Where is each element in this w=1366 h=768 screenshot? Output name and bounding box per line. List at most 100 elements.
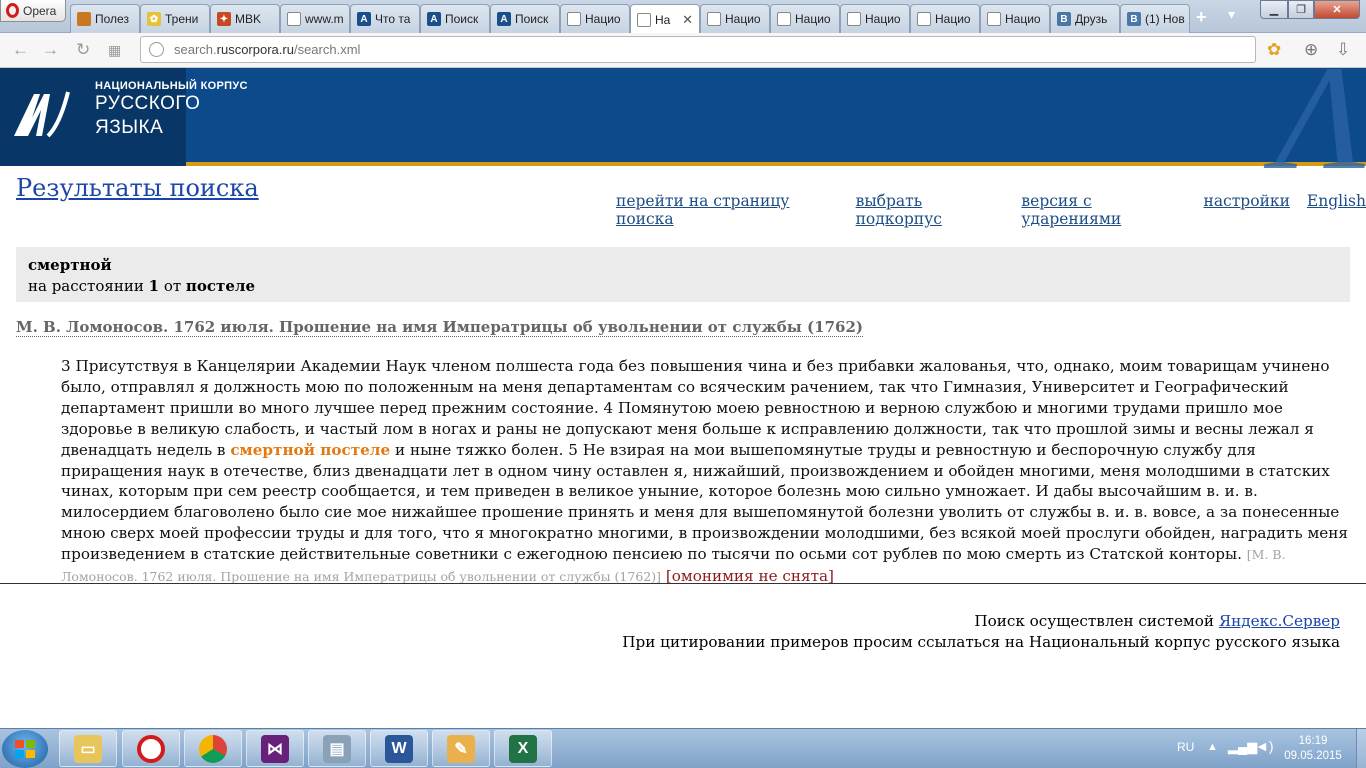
yandex-server-link[interactable]: Яндекс.Сервер [1219,612,1340,630]
browser-tab[interactable]: A Поиск [420,4,490,33]
windows-taskbar: ▭ ⋈ ▤ W ✎ X RU ▲ ▂▄▆ ◄) 16:19 09.05.2015 [0,728,1366,768]
word-icon: W [385,734,413,763]
opera-icon [137,734,165,763]
taskbar-opera-button[interactable] [122,730,180,767]
opera-menu-button[interactable]: Opera [0,0,66,22]
result-snippet: 3 Присутствуя в Канцелярии Академии Наук… [61,356,1351,588]
network-signal-icon[interactable]: ▂▄▆ [1228,739,1257,755]
taskbar-chrome-button[interactable] [184,730,242,767]
excel-icon: X [509,734,537,763]
tab-strip: Полез ✿ Трени ✦ MBK www.m A Что та A Поиск A Поиск Н… [70,4,1190,34]
snippet-hit: смертной постеле [230,440,391,459]
back-arrow-icon[interactable]: ← [12,40,29,60]
taskbar-explorer-button[interactable]: ▭ [59,730,117,767]
language-indicator[interactable]: RU [1177,740,1194,754]
taskbar-visual-studio-button[interactable]: ⋈ [246,730,304,767]
reload-icon[interactable]: ↻ [76,40,90,60]
tab-favicon-icon [567,12,581,26]
top-links: перейти на страницу поиска выбрать подко… [616,192,1366,228]
footer-citation-note: При цитировании примеров просим ссылатьс… [622,633,1340,651]
clock-time: 16:19 [1298,735,1328,747]
browser-tab[interactable]: www.m [280,4,350,33]
ruscorpora-logo-icon[interactable] [10,84,72,146]
tab-favicon-icon: B [1057,12,1071,26]
volume-icon[interactable]: ◄) [1255,738,1274,754]
tab-favicon-icon: B [1127,12,1141,26]
tab-title: Полез [95,12,129,26]
site-header: НАЦИОНАЛЬНЫЙ КОРПУС РУССКОГО ЯЗЫКА Λ [0,43,1366,193]
browser-tab[interactable]: Нацио [770,4,840,33]
browser-tab[interactable]: B (1) Нов [1120,4,1190,33]
window-minimize-button[interactable]: ▁ [1260,0,1288,19]
window-maximize-button[interactable]: ❐ [1288,0,1314,19]
browser-tab[interactable]: Нацио [560,4,630,33]
new-tab-plus-icon[interactable]: + [1196,7,1207,28]
navigation-bar: ← → ↻ ▦ search. ruscorpora.ru/search.xml … [0,33,1366,68]
link-settings[interactable]: настройки [1203,192,1289,228]
tab-favicon-icon [847,12,861,26]
tab-favicon-icon: A [497,12,511,26]
taskbar-clock[interactable]: 16:19 09.05.2015 [1284,734,1342,764]
browser-tab[interactable]: Нацио [910,4,980,33]
page-title-link[interactable]: Результаты поиска [16,174,259,202]
logo-line-2: РУССКОГО [95,93,201,114]
link-search-page[interactable]: перейти на страницу поиска [616,192,839,228]
distance-value: 1 [148,277,160,295]
browser-tab[interactable]: A Что та [350,4,420,33]
tab-favicon-icon: A [427,12,441,26]
paint-icon: ✎ [447,734,475,763]
calculator-icon: ▤ [323,734,351,763]
browser-tab[interactable]: Нацио [980,4,1050,33]
browser-tab[interactable]: ✦ MBK [210,4,280,33]
forward-arrow-icon[interactable]: → [42,40,59,60]
snippet-text-after: и ныне тяжко болен. 5 Не взирая на мои в… [61,440,1348,564]
tab-title: MBK [235,12,262,26]
tab-favicon-icon: ✿ [147,12,161,26]
divider [0,583,1366,584]
tab-title: Что та [375,12,411,26]
tab-list-chevron-icon[interactable]: ▾ [1228,6,1235,23]
distance-middle: от [159,277,186,295]
opera-logo-icon [6,3,19,18]
tab-favicon-icon: ✦ [217,12,231,26]
query-word-1: смертной [28,256,112,274]
tab-favicon-icon [287,12,301,26]
browser-tab[interactable]: Нацио [700,4,770,33]
tab-title: Поиск [515,12,549,26]
footer: Поиск осуществлен системой Яндекс.Сервер… [622,611,1340,653]
taskbar-calculator-button[interactable]: ▤ [308,730,366,767]
chrome-icon [199,734,227,763]
tab-title: Нацио [1005,12,1041,26]
document-title[interactable]: М. В. Ломоносов. 1762 июля. Прошение на … [16,318,863,337]
browser-tab[interactable]: B Друзь [1050,4,1120,33]
globe-icon [149,42,164,57]
browser-tab[interactable]: A Поиск [490,4,560,33]
browser-tab[interactable]: Нацио [840,4,910,33]
windows-logo-icon [15,740,35,758]
taskbar-word-button[interactable]: W [370,730,428,767]
link-choose-subcorpus[interactable]: выбрать подкорпус [856,192,1005,228]
address-bar-input[interactable]: search. ruscorpora.ru/search.xml [140,36,1256,63]
show-desktop-button[interactable] [1356,729,1366,768]
logo-line-1: НАЦИОНАЛЬНЫЙ КОРПУС [95,80,248,92]
url-path: /search.xml [293,42,361,57]
clock-date: 09.05.2015 [1284,750,1342,762]
speed-dial-grid-icon[interactable]: ▦ [108,42,121,59]
browser-tab[interactable]: На ✕ [630,4,700,34]
tab-favicon-icon [637,12,651,27]
footer-search-text: Поиск осуществлен системой [974,612,1219,630]
windows-start-button[interactable] [2,730,48,768]
tab-title: Нацио [865,12,901,26]
link-english[interactable]: English [1307,192,1366,228]
tab-title: Нацио [585,12,621,26]
tab-close-icon[interactable]: ✕ [682,12,693,28]
tab-title: Нацио [725,12,761,26]
link-stress-version[interactable]: версия с ударениями [1021,192,1186,228]
tray-expand-icon[interactable]: ▲ [1207,741,1218,753]
browser-tab[interactable]: Полез [70,4,140,33]
tab-title: www.m [305,12,344,26]
taskbar-paint-button[interactable]: ✎ [432,730,490,767]
browser-tab[interactable]: ✿ Трени [140,4,210,33]
window-close-button[interactable]: ✕ [1314,0,1360,19]
taskbar-excel-button[interactable]: X [494,730,552,767]
